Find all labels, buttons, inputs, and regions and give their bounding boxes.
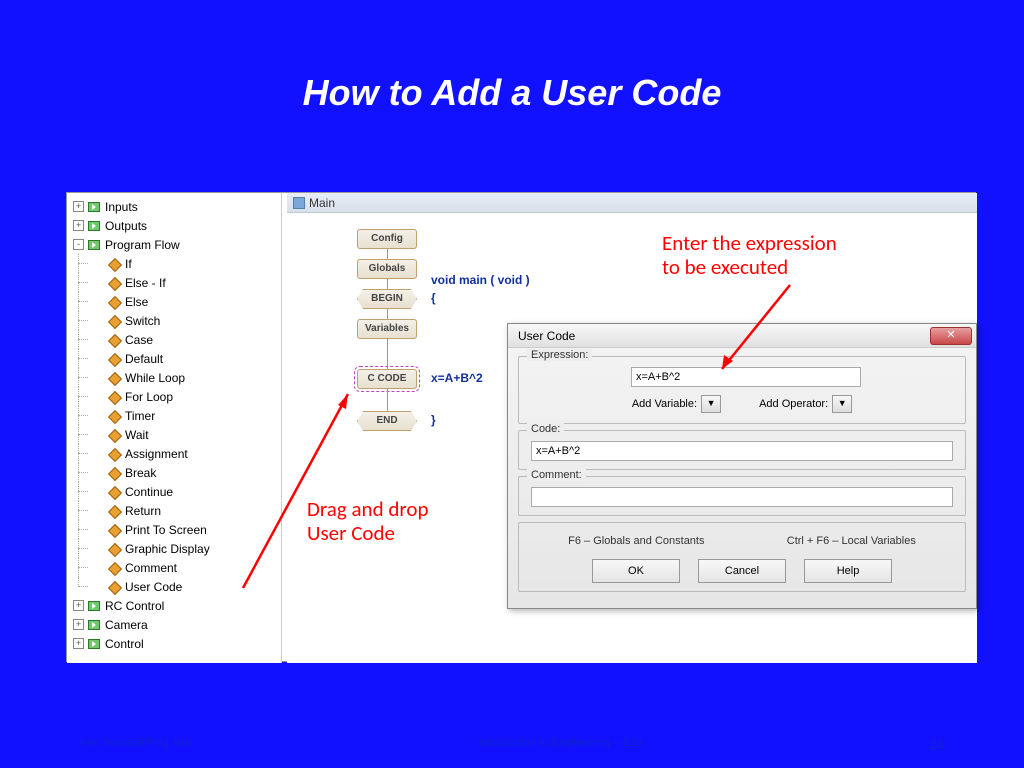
slide-title: How to Add a User Code — [0, 0, 1024, 114]
app-window: +Inputs+Outputs-Program FlowIfElse - IfE… — [66, 192, 976, 662]
slide-footer: Ken Youssefi/Ping Hsu Introduction to En… — [0, 737, 1024, 752]
annotation-arrows — [67, 193, 977, 663]
footer-center: Introduction to Engineering – E10 — [479, 737, 642, 752]
footer-left: Ken Youssefi/Ping Hsu — [80, 737, 191, 752]
page-number: 24 — [930, 737, 944, 752]
